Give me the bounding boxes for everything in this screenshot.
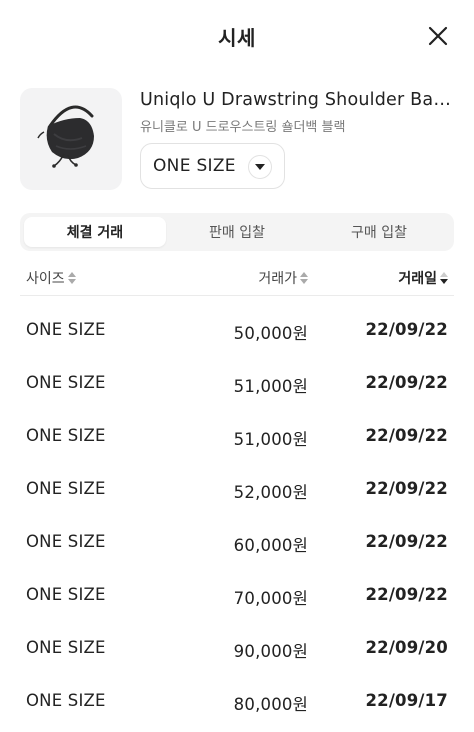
bag-image xyxy=(37,105,94,168)
product-image xyxy=(20,88,122,190)
row-size: ONE SIZE xyxy=(26,479,106,498)
product-subtitle: 유니클로 U 드로우스트링 숄더백 블랙 xyxy=(140,120,346,135)
table-row: ONE SIZE 50,000원 22/09/22 xyxy=(20,304,454,357)
row-date: 22/09/22 xyxy=(365,373,448,392)
row-size: ONE SIZE xyxy=(26,585,106,604)
page-title: 시세 xyxy=(218,25,256,50)
row-price: 60,000원 xyxy=(233,536,308,555)
close-icon xyxy=(428,26,448,46)
product-title: Uniqlo U Drawstring Shoulder Bag Bl... xyxy=(140,90,454,110)
row-size: ONE SIZE xyxy=(26,320,106,339)
table-row: ONE SIZE 90,000원 22/09/20 xyxy=(20,622,454,675)
row-price: 90,000원 xyxy=(233,642,308,661)
row-price: 50,000원 xyxy=(233,324,308,343)
header-date-label: 거래일 xyxy=(398,271,437,287)
row-date: 22/09/22 xyxy=(365,479,448,498)
header-price-label: 거래가 xyxy=(258,271,297,287)
table-row: ONE SIZE 51,000원 22/09/22 xyxy=(20,410,454,463)
sort-by-price[interactable]: 거래가 xyxy=(258,268,308,288)
caret-down-icon xyxy=(248,155,272,179)
tab-completed-trades[interactable]: 체결 거래 xyxy=(24,217,166,247)
sort-by-date[interactable]: 거래일 xyxy=(398,268,448,288)
sort-icon xyxy=(67,272,76,284)
row-date: 22/09/22 xyxy=(365,532,448,551)
trade-list: ONE SIZE 50,000원 22/09/22 ONE SIZE 51,00… xyxy=(20,304,454,728)
sort-desc-icon xyxy=(440,272,448,284)
header: 시세 xyxy=(0,0,474,72)
row-date: 22/09/20 xyxy=(365,638,448,657)
row-date: 22/09/17 xyxy=(365,691,448,710)
close-button[interactable] xyxy=(424,22,452,50)
row-size: ONE SIZE xyxy=(26,373,106,392)
header-size-label: 사이즈 xyxy=(26,271,65,287)
sort-icon xyxy=(300,272,308,284)
table-row: ONE SIZE 70,000원 22/09/22 xyxy=(20,569,454,622)
trade-tabs: 체결 거래 판매 입찰 구매 입찰 xyxy=(20,213,454,251)
row-price: 51,000원 xyxy=(233,430,308,449)
tab-buy-bids[interactable]: 구매 입찰 xyxy=(308,217,450,247)
product-summary: Uniqlo U Drawstring Shoulder Bag Bl... 유… xyxy=(20,88,454,192)
row-date: 22/09/22 xyxy=(365,320,448,339)
row-price: 51,000원 xyxy=(233,377,308,396)
row-price: 52,000원 xyxy=(233,483,308,502)
row-size: ONE SIZE xyxy=(26,638,106,657)
row-price: 70,000원 xyxy=(233,589,308,608)
tab-sell-bids[interactable]: 판매 입찰 xyxy=(166,217,308,247)
sort-by-size[interactable]: 사이즈 xyxy=(26,268,76,288)
table-header: 사이즈 거래가 거래일 xyxy=(20,260,454,296)
table-row: ONE SIZE 80,000원 22/09/17 xyxy=(20,675,454,728)
table-row: ONE SIZE 60,000원 22/09/22 xyxy=(20,516,454,569)
table-row: ONE SIZE 52,000원 22/09/22 xyxy=(20,463,454,516)
row-date: 22/09/22 xyxy=(365,585,448,604)
row-price: 80,000원 xyxy=(233,695,308,714)
row-date: 22/09/22 xyxy=(365,426,448,445)
size-select-value: ONE SIZE xyxy=(153,156,236,176)
row-size: ONE SIZE xyxy=(26,426,106,445)
row-size: ONE SIZE xyxy=(26,532,106,551)
table-row: ONE SIZE 51,000원 22/09/22 xyxy=(20,357,454,410)
row-size: ONE SIZE xyxy=(26,691,106,710)
size-select[interactable]: ONE SIZE xyxy=(140,143,285,189)
